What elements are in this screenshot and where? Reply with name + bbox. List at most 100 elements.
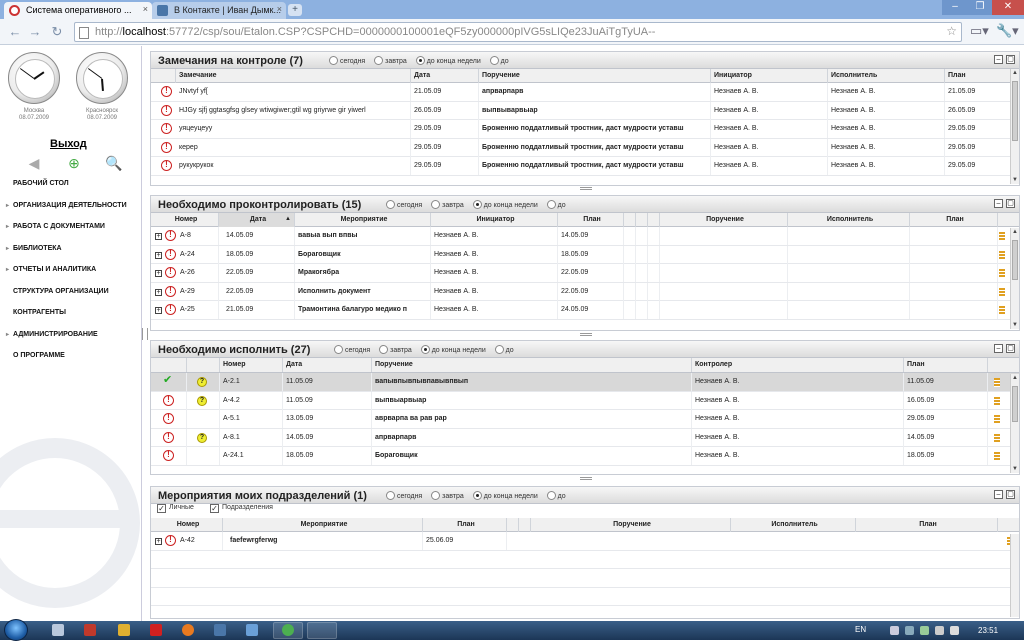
back-icon[interactable]: ← [6, 23, 24, 41]
expand-icon[interactable]: + [155, 233, 162, 240]
details-icon[interactable] [994, 396, 1000, 406]
sidebar-item[interactable]: СТРУКТУРА ОРГАНИЗАЦИИ [0, 286, 142, 308]
panel-maximize-icon[interactable]: ▢ [1006, 344, 1015, 353]
sidebar-splitter[interactable] [142, 328, 148, 340]
col-event[interactable]: Мероприятие [295, 213, 431, 227]
col-plan[interactable]: План [945, 69, 1011, 83]
col-event[interactable]: Мероприятие [223, 518, 423, 532]
personal-checkbox[interactable]: ✓ Личные [157, 504, 194, 513]
details-icon[interactable] [994, 433, 1000, 443]
col-date[interactable]: Дата [411, 69, 479, 83]
details-icon[interactable] [994, 452, 1000, 461]
col-order[interactable]: Поручение [372, 358, 692, 372]
col-date-sorted[interactable]: Дата ▲ [219, 213, 295, 227]
filter-to-radio[interactable] [494, 345, 504, 354]
panel-minimize-icon[interactable]: – [994, 199, 1003, 208]
col-executor[interactable]: Исполнитель [731, 518, 856, 532]
input-language[interactable]: EN [855, 625, 866, 634]
expand-icon[interactable]: + [155, 270, 162, 277]
sidebar-item[interactable]: АДМИНИСТРИРОВАНИЕ [0, 329, 142, 351]
units-checkbox[interactable]: ✓ Подразделения [210, 504, 273, 513]
filter-tomorrow-radio[interactable] [431, 491, 441, 500]
filter-tomorrow-radio[interactable] [374, 56, 384, 65]
details-icon[interactable] [999, 232, 1005, 241]
sidebar-item[interactable]: РАБОЧИЙ СТОЛ [0, 178, 142, 200]
flag-icon[interactable] [935, 626, 944, 635]
col-number[interactable]: Номер [220, 358, 283, 372]
filter-week-radio[interactable] [472, 200, 482, 209]
col-number[interactable]: Номер [151, 213, 219, 227]
col-plan[interactable]: План [558, 213, 624, 227]
reload-icon[interactable]: ↻ [48, 23, 66, 41]
resize-grip[interactable] [580, 187, 592, 190]
table-row[interactable]: ! HJGy sjfj ggtasgfsg glsey wtiwgiwer;gti… [151, 101, 1019, 120]
firefox-icon[interactable] [182, 624, 194, 636]
panel-minimize-icon[interactable]: – [994, 490, 1003, 499]
vertical-scrollbar[interactable] [1010, 534, 1019, 617]
app-icon[interactable] [214, 624, 226, 636]
panel-maximize-icon[interactable]: ▢ [1006, 55, 1015, 64]
volume-icon[interactable] [950, 626, 959, 635]
filter-tomorrow-radio[interactable] [431, 200, 441, 209]
app-launcher-icon[interactable] [84, 624, 96, 636]
col-order[interactable]: Поручение [531, 518, 731, 532]
col-remark[interactable]: Замечание [176, 69, 411, 83]
details-icon[interactable] [994, 378, 1000, 387]
table-row[interactable]: ✔? А-2.1 11.05.09 вапывпывпывпавывпвып Незна… [151, 373, 1019, 392]
details-icon[interactable] [999, 250, 1005, 260]
col-initiator[interactable]: Инициатор [431, 213, 558, 227]
start-button-icon[interactable] [4, 619, 28, 641]
col-order[interactable]: Поручение [479, 69, 711, 83]
filter-today-radio[interactable] [329, 56, 338, 65]
filter-to-radio[interactable] [546, 200, 556, 209]
new-tab-button[interactable]: + [288, 4, 302, 16]
table-row[interactable]: ! А-24.1 18.05.09 Бораговщик Незнаев А. В. 18… [151, 447, 1019, 466]
minimize-window-button[interactable]: – [942, 0, 968, 15]
expand-icon[interactable]: + [155, 307, 162, 314]
col-number[interactable]: Номер [151, 518, 223, 532]
search-icon[interactable]: 🔍 [104, 154, 124, 172]
table-row[interactable]: ! керер 29.05.09 Броженню поддатливый трост… [151, 138, 1019, 157]
address-bar[interactable]: http://localhost:57772/csp/sou/Etalon.CS… [74, 22, 962, 42]
show-desktop-icon[interactable] [52, 624, 64, 636]
app-icon[interactable] [246, 624, 258, 636]
table-row[interactable]: +! А-26 22.05.09 Мракогябра Незнаев А. В. 22.… [151, 264, 1019, 283]
table-row[interactable]: !? А-8.1 14.05.09 апрварпарв Незнаев А. В. 14… [151, 428, 1019, 447]
col-initiator[interactable]: Инициатор [711, 69, 828, 83]
antivirus-icon[interactable] [150, 624, 162, 636]
filter-week-radio[interactable] [420, 345, 430, 354]
filter-week-radio[interactable] [415, 56, 425, 65]
tray-icon[interactable] [905, 626, 914, 635]
details-icon[interactable] [999, 287, 1005, 297]
col-plan-2[interactable]: План [856, 518, 998, 532]
sidebar-item[interactable]: КОНТРАГЕНТЫ [0, 307, 142, 329]
network-icon[interactable] [920, 626, 929, 635]
col-plan[interactable]: План [423, 518, 507, 532]
filter-tomorrow-radio[interactable] [379, 345, 389, 354]
filter-to-radio[interactable] [489, 56, 499, 65]
sidebar-item[interactable]: РАБОТА С ДОКУМЕНТАМИ [0, 221, 142, 243]
filter-week-radio[interactable] [472, 491, 482, 500]
col-date[interactable]: Дата [283, 358, 372, 372]
close-window-button[interactable]: ✕ [992, 0, 1024, 15]
panel-maximize-icon[interactable]: ▢ [1006, 490, 1015, 499]
col-controller[interactable]: Контролер [692, 358, 904, 372]
expand-icon[interactable]: + [155, 251, 162, 259]
table-row[interactable]: +! А-8 14.05.09 вавыа вып впвы Незнаев А. В.… [151, 227, 1019, 246]
expand-icon[interactable]: + [155, 288, 162, 296]
table-row[interactable]: +! А-25 21.05.09 Трамонтина балагуро медико… [151, 301, 1019, 320]
tab-sou[interactable]: Система оперативного ... × [4, 2, 152, 19]
tray-icon[interactable] [890, 626, 899, 635]
vertical-scrollbar[interactable]: ▲ ▼ [1010, 69, 1019, 184]
explorer-icon[interactable] [118, 624, 130, 636]
bookmark-star-icon[interactable]: ☆ [946, 24, 957, 38]
vertical-scrollbar[interactable]: ▲ ▼ [1010, 374, 1019, 473]
resize-grip[interactable] [580, 477, 592, 480]
maximize-window-button[interactable]: ❐ [968, 0, 992, 15]
expand-icon[interactable]: + [155, 538, 162, 545]
logout-link[interactable]: Выход [50, 138, 87, 150]
page-menu-icon[interactable]: ▭▾ [970, 23, 989, 39]
table-row[interactable]: ! А-5.1 13.05.09 аврварпа ва рав рар Незнаев… [151, 410, 1019, 429]
tools-wrench-icon[interactable]: 🔧▾ [996, 23, 1019, 39]
filter-today-radio[interactable] [386, 491, 395, 500]
